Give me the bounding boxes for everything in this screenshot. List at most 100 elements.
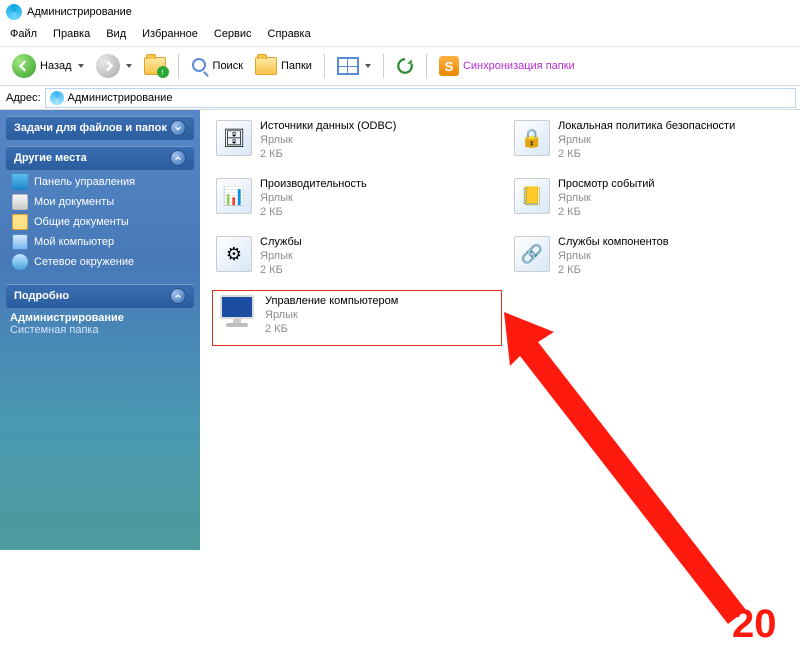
- file-list: 🗄 Источники данных (ODBC) Ярлык 2 КБ 🔒 Л…: [212, 116, 800, 346]
- file-type: Ярлык: [558, 134, 735, 148]
- back-label: Назад: [40, 60, 72, 72]
- toolbar: Назад Поиск Папки S Синхронизация папки: [0, 46, 800, 86]
- file-size: 2 КБ: [260, 148, 396, 162]
- content-area: Задачи для файлов и папок Другие места П…: [0, 110, 800, 550]
- back-button[interactable]: Назад: [8, 52, 88, 80]
- file-size: 2 КБ: [558, 264, 669, 278]
- search-button[interactable]: Поиск: [187, 52, 247, 80]
- file-icon: ⚙: [216, 236, 252, 272]
- chevron-up-icon: [170, 288, 186, 304]
- file-type: Ярлык: [558, 192, 655, 206]
- titlebar: Администрирование: [0, 0, 800, 24]
- window-title: Администрирование: [27, 6, 132, 18]
- file-type: Ярлык: [265, 309, 398, 323]
- network-icon: [12, 254, 28, 270]
- menu-help[interactable]: Справка: [268, 28, 311, 40]
- up-button[interactable]: [140, 52, 170, 80]
- sidebar-item-shared-documents[interactable]: Общие документы: [10, 212, 188, 232]
- file-item-odbc[interactable]: 🗄 Источники данных (ODBC) Ярлык 2 КБ: [212, 116, 502, 168]
- views-icon: [337, 57, 359, 75]
- file-type: Ярлык: [260, 192, 367, 206]
- views-button[interactable]: [333, 52, 375, 80]
- chevron-up-icon: [170, 150, 186, 166]
- file-icon: 📒: [514, 178, 550, 214]
- menubar: Файл Правка Вид Избранное Сервис Справка: [0, 24, 800, 46]
- file-type: Ярлык: [260, 250, 302, 264]
- sidebar-item-label: Общие документы: [34, 216, 129, 228]
- file-item-performance[interactable]: 📊 Производительность Ярлык 2 КБ: [212, 174, 502, 226]
- chevron-down-icon: [78, 64, 84, 68]
- sidebar-item-label: Панель управления: [34, 176, 135, 188]
- menu-tools[interactable]: Сервис: [214, 28, 252, 40]
- address-bar: Адрес: Администрирование: [0, 86, 800, 110]
- search-icon: [191, 57, 209, 75]
- chevron-down-icon: [126, 64, 132, 68]
- details-panel-body: Администрирование Системная папка: [6, 310, 194, 342]
- sync-icon: S: [439, 56, 459, 76]
- file-size: 2 КБ: [260, 264, 302, 278]
- sidebar-item-my-computer[interactable]: Мой компьютер: [10, 232, 188, 252]
- chevron-down-icon: [365, 64, 371, 68]
- file-name: Просмотр событий: [558, 178, 655, 192]
- menu-edit[interactable]: Правка: [53, 28, 90, 40]
- file-item-computer-management[interactable]: Управление компьютером Ярлык 2 КБ: [212, 290, 502, 346]
- file-size: 2 КБ: [558, 206, 655, 220]
- sync-label: Синхронизация папки: [463, 60, 575, 72]
- menu-file[interactable]: Файл: [10, 28, 37, 40]
- chevron-down-icon: [170, 120, 186, 136]
- address-value: Администрирование: [68, 92, 173, 104]
- details-panel-title: Подробно: [14, 290, 69, 302]
- tasks-panel-header[interactable]: Задачи для файлов и папок: [6, 116, 194, 140]
- places-panel-title: Другие места: [14, 152, 87, 164]
- folders-button[interactable]: Папки: [251, 52, 316, 80]
- sync-button[interactable]: S Синхронизация папки: [435, 52, 579, 80]
- places-panel-header[interactable]: Другие места: [6, 146, 194, 170]
- file-size: 2 КБ: [558, 148, 735, 162]
- documents-icon: [12, 194, 28, 210]
- details-panel-header[interactable]: Подробно: [6, 284, 194, 308]
- separator: [324, 54, 325, 78]
- file-icon: 🔗: [514, 236, 550, 272]
- file-item-local-security-policy[interactable]: 🔒 Локальная политика безопасности Ярлык …: [510, 116, 800, 168]
- computer-icon: [12, 234, 28, 250]
- file-name: Службы компонентов: [558, 236, 669, 250]
- folder-icon: [255, 57, 277, 75]
- menu-favorites[interactable]: Избранное: [142, 28, 198, 40]
- file-icon: 📊: [216, 178, 252, 214]
- tasks-panel-title: Задачи для файлов и папок: [14, 122, 167, 134]
- file-icon: 🗄: [216, 120, 252, 156]
- annotation-arrow: [504, 312, 764, 652]
- file-size: 2 КБ: [260, 206, 367, 220]
- sidebar-item-network[interactable]: Сетевое окружение: [10, 252, 188, 272]
- address-location-icon: [50, 91, 64, 105]
- file-name: Управление компьютером: [265, 295, 398, 309]
- forward-button[interactable]: [92, 52, 136, 80]
- folders-label: Папки: [281, 60, 312, 72]
- address-input[interactable]: Администрирование: [45, 88, 796, 108]
- sidebar-item-my-documents[interactable]: Мои документы: [10, 192, 188, 212]
- annotation-number: 20: [732, 602, 777, 647]
- details-kind: Системная папка: [10, 324, 188, 336]
- file-name: Источники данных (ODBC): [260, 120, 396, 134]
- refresh-icon: [396, 57, 414, 75]
- places-panel-body: Панель управления Мои документы Общие до…: [6, 170, 194, 278]
- separator: [178, 54, 179, 78]
- sidebar-item-label: Сетевое окружение: [34, 256, 134, 268]
- sidebar-item-control-panel[interactable]: Панель управления: [10, 172, 188, 192]
- file-name: Локальная политика безопасности: [558, 120, 735, 134]
- file-item-event-viewer[interactable]: 📒 Просмотр событий Ярлык 2 КБ: [510, 174, 800, 226]
- file-item-services[interactable]: ⚙ Службы Ярлык 2 КБ: [212, 232, 502, 284]
- separator: [426, 54, 427, 78]
- forward-arrow-icon: [96, 54, 120, 78]
- folder-up-icon: [144, 57, 166, 75]
- refresh-button[interactable]: [392, 52, 418, 80]
- details-name: Администрирование: [10, 312, 188, 324]
- file-icon: 🔒: [514, 120, 550, 156]
- file-name: Службы: [260, 236, 302, 250]
- file-size: 2 КБ: [265, 323, 398, 337]
- search-label: Поиск: [213, 60, 243, 72]
- file-item-component-services[interactable]: 🔗 Службы компонентов Ярлык 2 КБ: [510, 232, 800, 284]
- menu-view[interactable]: Вид: [106, 28, 126, 40]
- address-label: Адрес:: [6, 92, 41, 104]
- file-type: Ярлык: [558, 250, 669, 264]
